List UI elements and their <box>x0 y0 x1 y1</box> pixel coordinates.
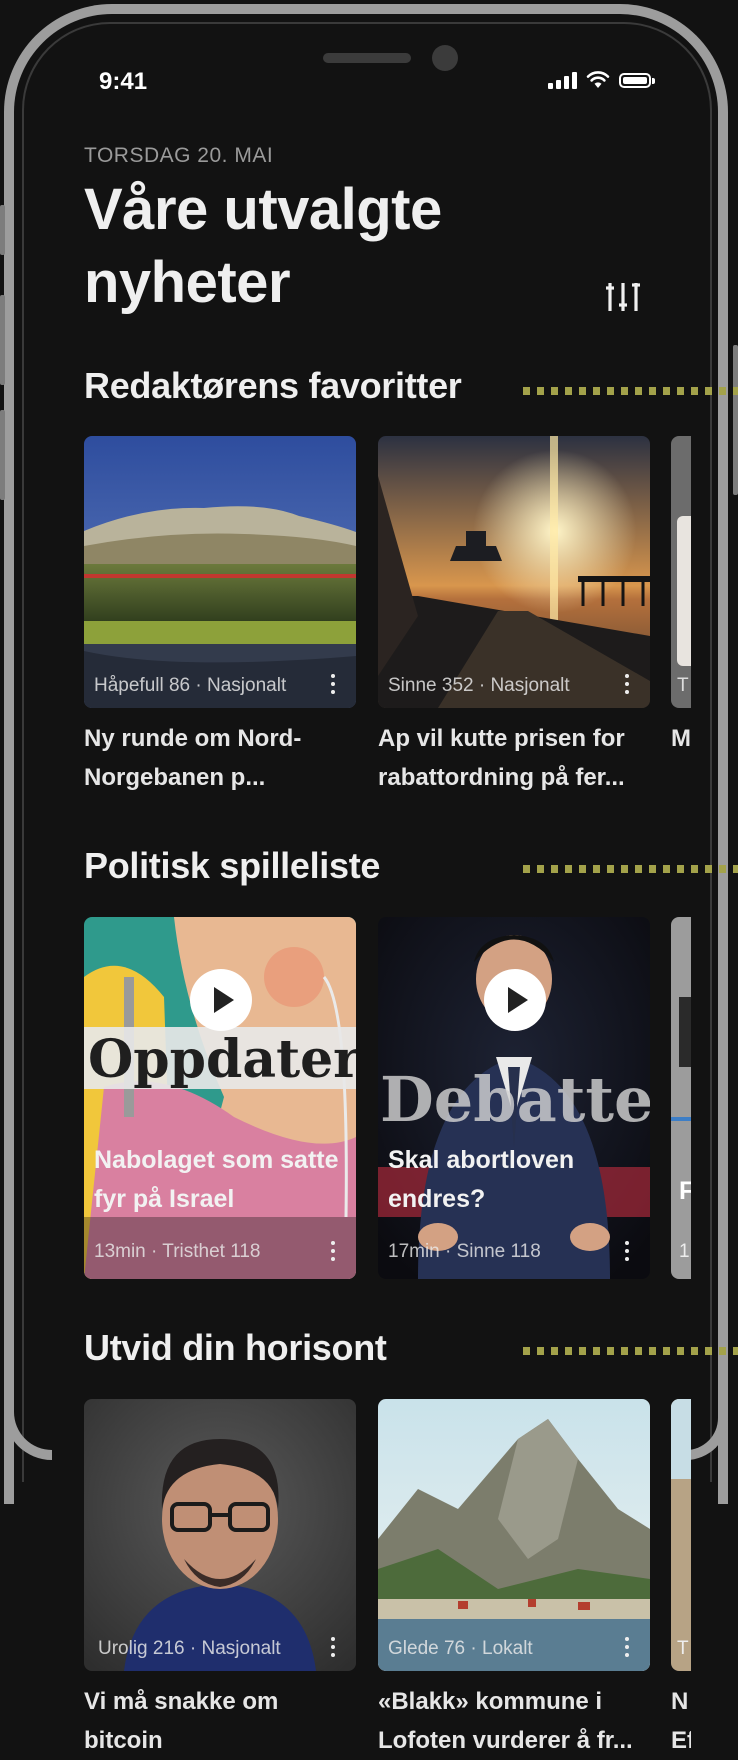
podcast-card[interactable]: Oppdatert Nabolaget som satte fyr på Isr… <box>84 917 356 1279</box>
podcast-show-logo: Debatten <box>380 1063 650 1136</box>
more-vertical-icon[interactable] <box>624 1241 630 1261</box>
cellular-signal-icon <box>548 71 577 89</box>
section-divider-dots <box>523 865 738 873</box>
article-meta: Sinne 352 · Nasjonalt <box>388 675 570 696</box>
article-headline[interactable]: «Blakk» kommune i Lofoten vurderer å fr.… <box>378 1682 650 1760</box>
article-card[interactable]: Urolig 216 · Nasjonalt <box>84 1399 356 1671</box>
status-icons <box>548 70 655 90</box>
article-meta: Glede 76 · Lokalt <box>388 1638 533 1659</box>
podcast-meta: 13min · Tristhet 118 <box>94 1241 261 1262</box>
device-camera <box>432 45 458 71</box>
article-card-peek[interactable]: T <box>671 436 691 708</box>
podcast-episode-title: Skal abortloven endres? <box>388 1146 575 1213</box>
article-image-mountain <box>378 1399 650 1671</box>
more-vertical-icon[interactable] <box>624 674 630 694</box>
device-volume-down <box>0 410 5 500</box>
article-card[interactable]: Sinne 352 · Nasjonalt <box>378 436 650 708</box>
section-title-editors-picks: Redaktørens favoritter <box>84 365 462 406</box>
more-vertical-icon[interactable] <box>330 1637 336 1657</box>
battery-icon <box>619 72 655 88</box>
podcast-card-peek[interactable]: F 1 <box>671 917 691 1279</box>
article-headline[interactable]: Ny runde om Nord-Norgebanen p... <box>84 719 356 797</box>
status-time: 9:41 <box>99 68 148 95</box>
article-card[interactable]: Håpefull 86 · Nasjonalt <box>84 436 356 708</box>
device-frame-corner <box>686 1380 728 1460</box>
section-divider-dots <box>523 387 738 395</box>
article-card-peek[interactable]: T <box>671 1399 691 1671</box>
podcast-meta: 1 <box>679 1241 690 1262</box>
section-title-political-playlist: Politisk spilleliste <box>84 845 381 886</box>
more-vertical-icon[interactable] <box>330 674 336 694</box>
section-divider-dots <box>523 1347 738 1355</box>
more-vertical-icon[interactable] <box>330 1241 336 1261</box>
article-image-portrait <box>84 1399 356 1671</box>
podcast-episode-title: Nabolaget som satte fyr på Israel <box>94 1146 339 1213</box>
podcast-card[interactable]: Debatten Skal abortloven endres? 17min ·… <box>378 917 650 1279</box>
podcast-meta: 17min · Sinne 118 <box>388 1241 541 1262</box>
wifi-icon <box>586 71 610 88</box>
page-title: Våre utvalgte nyheter <box>84 177 442 315</box>
article-meta: T <box>677 1638 689 1659</box>
article-headline[interactable]: N Ef <box>671 1682 691 1760</box>
podcast-episode-title: F <box>679 1177 691 1205</box>
play-icon[interactable] <box>190 969 252 1031</box>
article-headline[interactable]: Vi må snakke om bitcoin <box>84 1682 356 1760</box>
device-frame-corner <box>4 1380 52 1460</box>
current-date: TORSDAG 20. MAI <box>84 144 274 167</box>
article-meta: T <box>677 675 689 696</box>
device-speaker <box>323 53 411 63</box>
filter-sliders-icon[interactable] <box>606 280 640 312</box>
section-title-broaden-horizon: Utvid din horisont <box>84 1327 387 1368</box>
device-side-button <box>0 205 5 255</box>
article-image-sunset-ferry <box>378 436 650 708</box>
device-volume-up <box>0 295 5 385</box>
article-meta: Håpefull 86 · Nasjonalt <box>94 675 287 696</box>
device-power-button <box>733 345 738 495</box>
article-headline[interactable]: Ap vil kutte prisen for rabattordning på… <box>378 719 650 797</box>
article-image-landscape <box>84 436 356 708</box>
article-headline[interactable]: M <box>671 719 691 758</box>
article-card[interactable]: Glede 76 · Lokalt <box>378 1399 650 1671</box>
podcast-show-logo: Oppdatert <box>88 1029 356 1090</box>
more-vertical-icon[interactable] <box>624 1637 630 1657</box>
article-meta: Urolig 216 · Nasjonalt <box>98 1638 281 1659</box>
play-icon[interactable] <box>484 969 546 1031</box>
